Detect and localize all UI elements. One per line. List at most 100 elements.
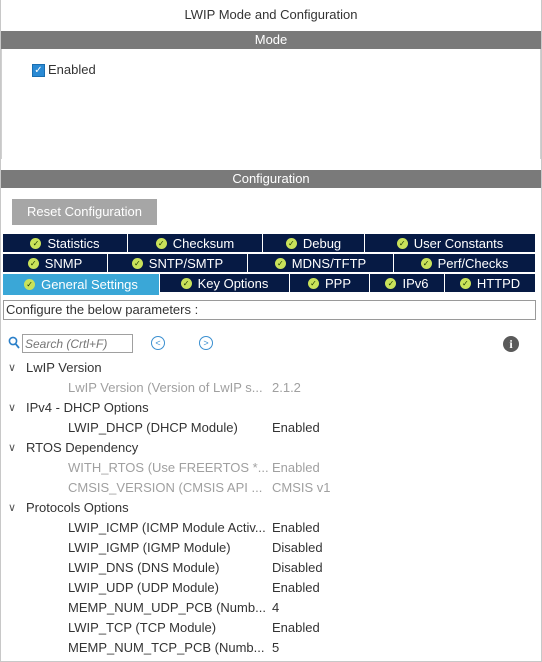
- status-check-icon: ✓: [131, 257, 143, 269]
- parameter-row[interactable]: LWIP_DNS (DNS Module) Disabled: [0, 558, 540, 578]
- parameter-value[interactable]: Enabled: [272, 458, 320, 478]
- tab-general-settings[interactable]: ✓ General Settings: [3, 274, 160, 296]
- tab-httpd[interactable]: ✓ HTTPD: [445, 274, 536, 293]
- parameter-name: LWIP_ICMP (ICMP Module Activ...: [68, 520, 266, 535]
- parameter-value[interactable]: Enabled: [272, 578, 320, 598]
- status-check-icon: ✓: [24, 279, 36, 290]
- tab-row-1: ✓ Statistics ✓ Checksum ✓ Debug ✓ User Const…: [3, 234, 536, 254]
- tab-label: User Constants: [413, 235, 504, 251]
- tab-label: SNMP: [44, 255, 83, 271]
- status-check-icon: ✓: [180, 277, 192, 289]
- tree-group-label: Protocols Options: [26, 500, 129, 515]
- tab-statistics[interactable]: ✓ Statistics: [3, 234, 128, 253]
- search-icon: [8, 336, 20, 349]
- tab-label: HTTPD: [476, 275, 521, 291]
- tree-group[interactable]: ∨ IPv4 - DHCP Options: [0, 398, 540, 418]
- enabled-checkbox[interactable]: ✓: [32, 64, 45, 77]
- status-check-icon: ✓: [396, 237, 408, 249]
- tab-label: IPv6: [402, 275, 429, 291]
- reset-configuration-button[interactable]: Reset Configuration: [12, 199, 157, 225]
- tab-ipv6[interactable]: ✓ IPv6: [370, 274, 445, 293]
- parameter-value[interactable]: CMSIS v1: [272, 478, 331, 498]
- mode-header: Mode: [1, 31, 541, 49]
- tab-checksum[interactable]: ✓ Checksum: [128, 234, 263, 253]
- tab-ppp[interactable]: ✓ PPP: [290, 274, 370, 293]
- tab-user-constants[interactable]: ✓ User Constants: [365, 234, 536, 253]
- tab-label: Statistics: [47, 235, 100, 251]
- tree-group-label: LwIP Version: [26, 360, 102, 375]
- tree-group-label: RTOS Dependency: [26, 440, 139, 455]
- parameter-row[interactable]: CMSIS_VERSION (CMSIS API ... CMSIS v1: [0, 478, 540, 498]
- window-title: LWIP Mode and Configuration: [1, 0, 541, 30]
- chevron-down-icon[interactable]: ∨: [8, 398, 16, 418]
- tab-label: PPP: [324, 275, 351, 291]
- parameter-name: WITH_RTOS (Use FREERTOS *...: [68, 460, 268, 475]
- parameter-row[interactable]: LWIP_UDP (UDP Module) Enabled: [0, 578, 540, 598]
- chevron-down-icon[interactable]: ∨: [8, 358, 16, 378]
- parameter-name: LWIP_DNS (DNS Module): [68, 560, 220, 575]
- chevron-down-icon[interactable]: ∨: [8, 498, 16, 518]
- parameter-row[interactable]: LwIP Version (Version of LwIP s... 2.1.2: [0, 378, 540, 398]
- parameter-value[interactable]: 2.1.2: [272, 378, 301, 398]
- tab-label: Debug: [302, 235, 342, 251]
- parameter-name: LwIP Version (Version of LwIP s...: [68, 380, 263, 395]
- tab-label: Key Options: [197, 275, 269, 291]
- status-check-icon: ✓: [30, 237, 42, 249]
- tree-group[interactable]: ∨ LwIP Version: [0, 358, 540, 378]
- tree-group-label: IPv4 - DHCP Options: [26, 400, 149, 415]
- tab-snmp[interactable]: ✓ SNMP: [3, 254, 108, 273]
- status-check-icon: ✓: [307, 277, 319, 289]
- search-previous-button[interactable]: <: [151, 336, 165, 350]
- status-check-icon: ✓: [27, 257, 39, 269]
- configure-instructions: Configure the below parameters :: [3, 300, 536, 320]
- parameter-row[interactable]: LWIP_DHCP (DHCP Module) Enabled: [0, 418, 540, 438]
- parameter-name: LWIP_DHCP (DHCP Module): [68, 420, 238, 435]
- parameter-tree: ∨ LwIP Version LwIP Version (Version of Lw…: [0, 358, 540, 658]
- tab-label: Perf/Checks: [437, 255, 509, 271]
- parameter-value[interactable]: Disabled: [272, 558, 323, 578]
- status-check-icon: ✓: [155, 237, 167, 249]
- status-check-icon: ✓: [285, 237, 297, 249]
- parameter-row[interactable]: LWIP_ICMP (ICMP Module Activ... Enabled: [0, 518, 540, 538]
- status-check-icon: ✓: [420, 257, 432, 269]
- tab-label: General Settings: [41, 276, 138, 292]
- tab-row-2: ✓ SNMP ✓ SNTP/SMTP ✓ MDNS/TFTP ✓ Perf/Checks: [3, 254, 536, 274]
- tab-label: MDNS/TFTP: [291, 255, 367, 271]
- enabled-label: Enabled: [48, 62, 96, 77]
- parameter-value[interactable]: 5: [272, 638, 279, 658]
- tab-mdns-tftp[interactable]: ✓ MDNS/TFTP: [248, 254, 394, 273]
- parameter-value[interactable]: Enabled: [272, 618, 320, 638]
- parameter-name: CMSIS_VERSION (CMSIS API ...: [68, 480, 263, 495]
- tab-debug[interactable]: ✓ Debug: [263, 234, 365, 253]
- tab-perf-checks[interactable]: ✓ Perf/Checks: [394, 254, 536, 273]
- tab-label: SNTP/SMTP: [148, 255, 224, 271]
- parameter-row[interactable]: LWIP_IGMP (IGMP Module) Disabled: [0, 538, 540, 558]
- search-next-button[interactable]: >: [199, 336, 213, 350]
- parameter-value[interactable]: Enabled: [272, 418, 320, 438]
- parameter-name: LWIP_UDP (UDP Module): [68, 580, 219, 595]
- status-check-icon: ✓: [385, 277, 397, 289]
- tree-group[interactable]: ∨ RTOS Dependency: [0, 438, 540, 458]
- parameter-value[interactable]: Disabled: [272, 538, 323, 558]
- parameter-row[interactable]: MEMP_NUM_TCP_PCB (Numb... 5: [0, 638, 540, 658]
- parameter-value[interactable]: 4: [272, 598, 279, 618]
- parameter-name: LWIP_IGMP (IGMP Module): [68, 540, 231, 555]
- tree-group[interactable]: ∨ Protocols Options: [0, 498, 540, 518]
- tab-row-3: ✓ General Settings ✓ Key Options ✓ PPP ✓ IPv…: [3, 274, 536, 296]
- chevron-down-icon[interactable]: ∨: [8, 438, 16, 458]
- parameter-name: LWIP_TCP (TCP Module): [68, 620, 217, 635]
- parameter-row[interactable]: WITH_RTOS (Use FREERTOS *... Enabled: [0, 458, 540, 478]
- tab-label: Checksum: [172, 235, 235, 251]
- parameter-row[interactable]: LWIP_TCP (TCP Module) Enabled: [0, 618, 540, 638]
- parameter-row[interactable]: MEMP_NUM_UDP_PCB (Numb... 4: [0, 598, 540, 618]
- config-tabs: ✓ Statistics ✓ Checksum ✓ Debug ✓ User Const…: [3, 234, 536, 296]
- status-check-icon: ✓: [459, 277, 471, 289]
- parameter-value[interactable]: Enabled: [272, 518, 320, 538]
- tab-key-options[interactable]: ✓ Key Options: [160, 274, 290, 293]
- search-input[interactable]: [22, 334, 133, 353]
- tab-sntp-smtp[interactable]: ✓ SNTP/SMTP: [108, 254, 248, 273]
- status-check-icon: ✓: [274, 257, 286, 269]
- parameter-name: MEMP_NUM_UDP_PCB (Numb...: [68, 600, 266, 615]
- configuration-header: Configuration: [1, 170, 541, 188]
- info-icon[interactable]: i: [503, 336, 519, 352]
